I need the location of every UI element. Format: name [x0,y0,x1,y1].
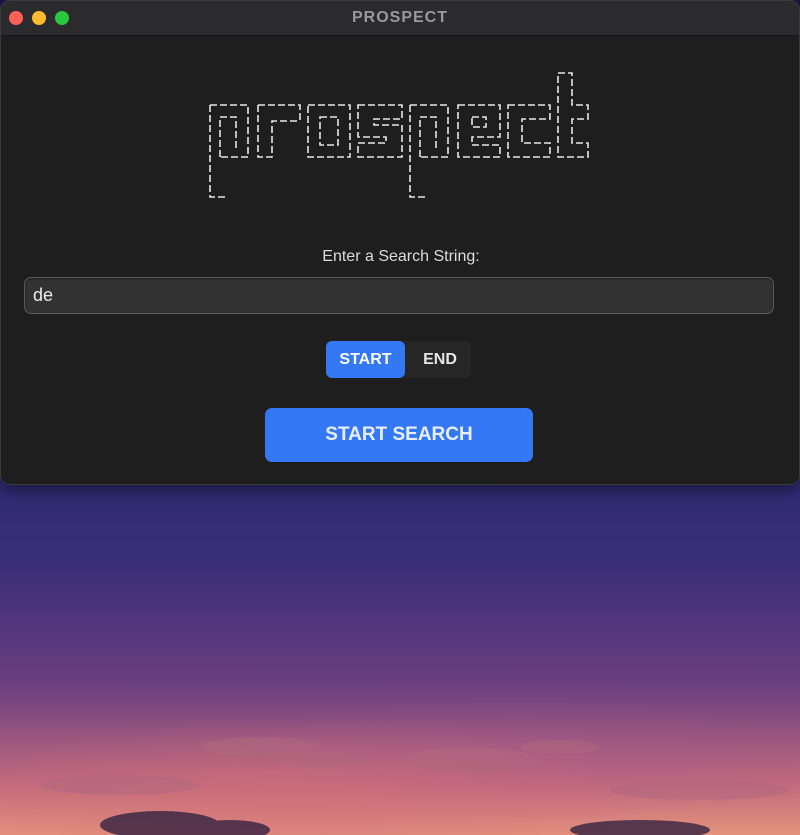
start-search-button[interactable]: START SEARCH [265,408,533,462]
start-option-button[interactable]: START [326,341,405,378]
match-position-toggle: START END [326,341,471,378]
app-window: PROSPECT prospect Enter a Search String:… [0,0,800,485]
title-bar[interactable]: PROSPECT [1,1,799,36]
close-button[interactable] [9,11,23,25]
desktop-wallpaper [40,737,790,835]
window-controls [9,11,69,25]
search-prompt-label: Enter a Search String: [322,248,480,265]
app-logo: prospect [209,72,589,198]
search-input[interactable] [24,277,774,314]
maximize-button[interactable] [55,11,69,25]
end-option-button[interactable]: END [409,341,471,378]
minimize-button[interactable] [32,11,46,25]
window-title: PROSPECT [351,9,448,26]
